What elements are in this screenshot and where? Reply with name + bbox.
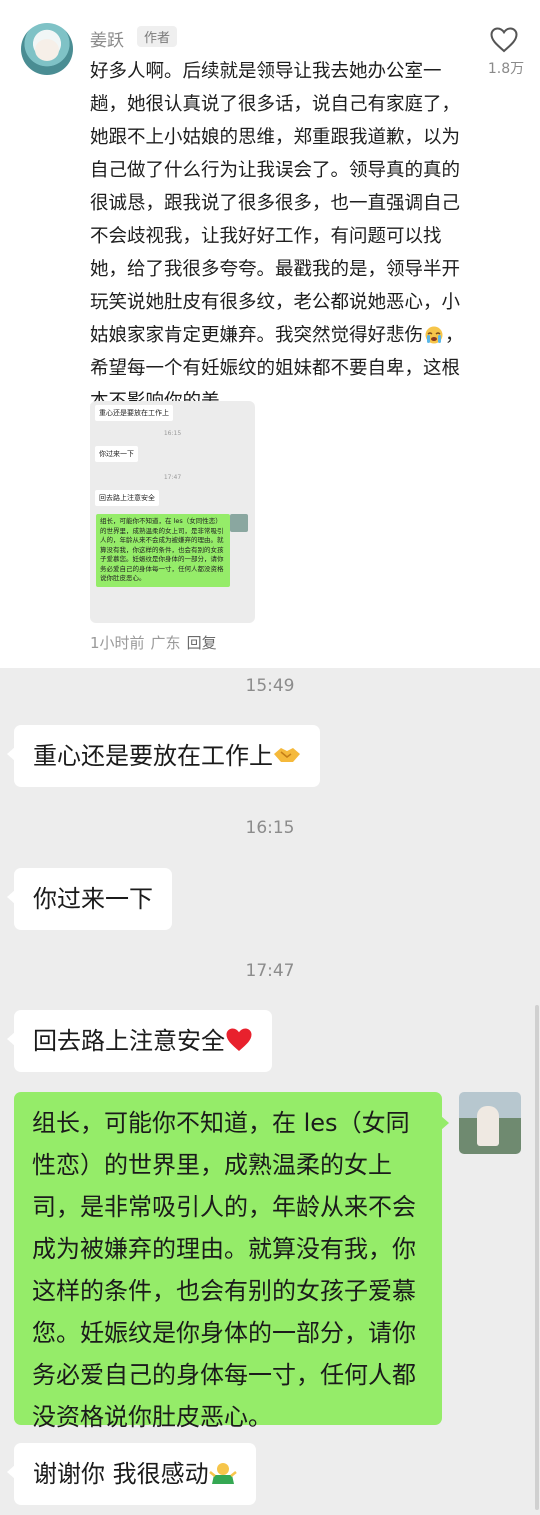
chat-message-1: 重心还是要放在工作上 bbox=[7, 725, 320, 787]
thumb-message-2: 你过来一下 bbox=[95, 446, 138, 462]
thumb-message-4: 组长，可能你不知道，在 les（女同性恋）的世界里，成熟温柔的女上司，是非常吸引… bbox=[96, 514, 230, 587]
thumb-time-2: 17:47 bbox=[163, 474, 182, 481]
chat-screenshot-thumbnail[interactable]: 重心还是要放在工作上 16:15 你过来一下 17:47 回去路上注意安全 组长… bbox=[90, 401, 255, 623]
chat-timestamp-1: 15:49 bbox=[245, 676, 295, 696]
thumb-time-1: 16:15 bbox=[163, 430, 182, 437]
author-name[interactable]: 姜跃 bbox=[90, 26, 124, 51]
person-shrugging-emoji-icon bbox=[208, 1463, 237, 1484]
thumb-message-1: 重心还是要放在工作上 bbox=[95, 405, 173, 421]
reply-button[interactable]: 回复 bbox=[187, 634, 217, 652]
chat-timestamp-2: 16:15 bbox=[245, 818, 295, 838]
chat-message-5: 谢谢你 我很感动 bbox=[7, 1443, 256, 1505]
thumb-avatar bbox=[230, 514, 248, 532]
message-text: 重心还是要放在工作上 bbox=[33, 742, 273, 770]
chat-message-3: 回去路上注意安全 bbox=[7, 1010, 272, 1072]
thumb-message-3: 回去路上注意安全 bbox=[95, 490, 159, 506]
like-count: 1.8万 bbox=[487, 61, 525, 77]
chat-message-2: 你过来一下 bbox=[7, 868, 172, 930]
comment-text: 好多人啊。后续就是领导让我去她办公室一趟，她很认真说了很多话，说自己有家庭了，她… bbox=[90, 55, 474, 418]
message-text: 谢谢你 我很感动 bbox=[33, 1460, 209, 1488]
chat-message-4: 组长，可能你不知道，在 les（女同性恋）的世界里，成熟温柔的女上司，是非常吸引… bbox=[14, 1092, 449, 1431]
scrollbar[interactable] bbox=[535, 1005, 539, 1510]
comment-text-part1: 好多人啊。后续就是领导让我去她办公室一趟，她很认真说了很多话，说自己有家庭了，她… bbox=[90, 61, 461, 346]
sender-avatar[interactable] bbox=[459, 1092, 521, 1154]
comment-meta: 1小时前 广东 回复 bbox=[90, 632, 223, 653]
red-heart-emoji-icon bbox=[226, 1028, 252, 1051]
crying-face-emoji-icon bbox=[425, 326, 443, 344]
heart-icon[interactable] bbox=[490, 27, 518, 53]
comment-card: 姜跃 作者 1.8万 好多人啊。后续就是领导让我去她办公室一趟，她很认真说了很多… bbox=[0, 0, 540, 668]
comment-time: 1小时前 bbox=[90, 634, 145, 652]
author-avatar[interactable] bbox=[21, 23, 73, 75]
message-text: 你过来一下 bbox=[33, 885, 153, 913]
message-text: 组长，可能你不知道，在 les（女同性恋）的世界里，成熟温柔的女上司，是非常吸引… bbox=[32, 1109, 416, 1431]
chat-timestamp-3: 17:47 bbox=[245, 961, 295, 981]
message-text: 回去路上注意安全 bbox=[33, 1027, 225, 1055]
author-badge: 作者 bbox=[137, 26, 178, 47]
handshake-emoji-icon bbox=[274, 748, 300, 762]
comment-location: 广东 bbox=[150, 634, 181, 652]
